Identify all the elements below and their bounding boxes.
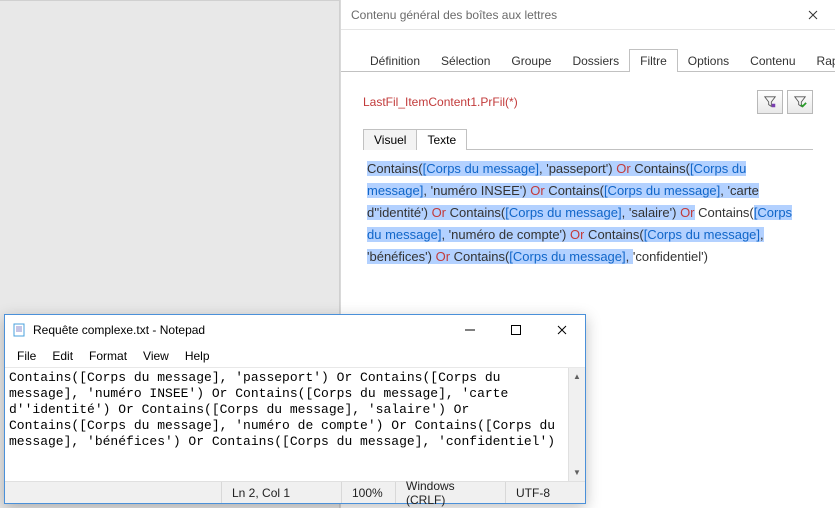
- filter-token: ,: [423, 183, 430, 198]
- notepad-icon: [11, 322, 27, 338]
- status-zoom: 100%: [341, 482, 395, 503]
- tab-contenu[interactable]: Contenu: [739, 49, 806, 72]
- filter-token: Contains(: [695, 205, 754, 220]
- filter-token: Contains(: [545, 183, 604, 198]
- menu-file[interactable]: File: [9, 347, 44, 365]
- filter-token: ): [428, 249, 436, 264]
- notepad-titlebar[interactable]: Requête complexe.txt - Notepad: [5, 315, 585, 345]
- status-eol: Windows (CRLF): [395, 482, 505, 503]
- filter-token: ): [562, 227, 570, 242]
- tab-dossiers[interactable]: Dossiers: [561, 49, 630, 72]
- main-tabs: DéfinitionSélectionGroupeDossiersFiltreO…: [341, 30, 835, 72]
- close-icon: [557, 325, 567, 335]
- notepad-editor[interactable]: Contains([Corps du message], 'passeport'…: [5, 368, 568, 481]
- funnel-check-icon: [793, 95, 807, 109]
- filter-token: ): [424, 205, 432, 220]
- notepad-title: Requête complexe.txt - Notepad: [33, 323, 447, 337]
- tab-rapport[interactable]: Rapport: [806, 49, 835, 72]
- filter-token: ,: [626, 249, 633, 264]
- vertical-scrollbar[interactable]: ▲ ▼: [568, 368, 585, 481]
- tab-groupe[interactable]: Groupe: [500, 49, 562, 72]
- filter-token: 'numéro de compte': [449, 227, 562, 242]
- status-position: Ln 2, Col 1: [221, 482, 341, 503]
- minimize-icon: [465, 325, 475, 335]
- filter-token: Or: [436, 249, 450, 264]
- filter-token: Contains(: [584, 227, 643, 242]
- close-icon: [808, 10, 818, 20]
- filter-token: Or: [432, 205, 446, 220]
- menu-format[interactable]: Format: [81, 347, 135, 365]
- filter-token: ,: [441, 227, 448, 242]
- filter-text-content[interactable]: Contains([Corps du message], 'passeport'…: [363, 150, 813, 276]
- filter-token: Or: [680, 205, 694, 220]
- filter-token: ,: [760, 227, 764, 242]
- minimize-button[interactable]: [447, 315, 493, 345]
- filter-token: 'numéro INSEE': [431, 183, 523, 198]
- expression-row: LastFil_ItemContent1.PrFil(*): [363, 90, 813, 114]
- window-titlebar: Contenu général des boîtes aux lettres: [341, 0, 835, 30]
- notepad-window: Requête complexe.txt - Notepad FileEditF…: [4, 314, 586, 504]
- filter-token: 'passeport': [546, 161, 608, 176]
- window-title: Contenu général des boîtes aux lettres: [351, 8, 790, 22]
- subtab-visuel[interactable]: Visuel: [363, 129, 417, 150]
- maximize-icon: [511, 325, 521, 335]
- filter-token: Contains(: [446, 205, 505, 220]
- filter-token: [Corps du message]: [604, 183, 720, 198]
- filter-token: 'salaire': [629, 205, 672, 220]
- sub-tabs: VisuelTexte: [363, 128, 813, 150]
- filter-token: Or: [530, 183, 544, 198]
- scroll-down-icon[interactable]: ▼: [569, 464, 585, 481]
- filter-token: Contains(: [631, 161, 690, 176]
- maximize-button[interactable]: [493, 315, 539, 345]
- notepad-menubar: FileEditFormatViewHelp: [5, 345, 585, 368]
- notepad-close-button[interactable]: [539, 315, 585, 345]
- filter-token: ,: [622, 205, 629, 220]
- funnel-icon: [763, 95, 777, 109]
- tab-body: LastFil_ItemContent1.PrFil(*) VisuelText…: [341, 72, 835, 294]
- close-button[interactable]: [790, 0, 835, 30]
- tab-sélection[interactable]: Sélection: [430, 49, 501, 72]
- filter-token: Contains(: [367, 161, 423, 176]
- subtab-texte[interactable]: Texte: [416, 129, 467, 150]
- filter-token: Contains(: [450, 249, 509, 264]
- filter-options-button[interactable]: [757, 90, 783, 114]
- menu-help[interactable]: Help: [177, 347, 218, 365]
- filter-token: [Corps du message]: [644, 227, 760, 242]
- filter-token: [Corps du message]: [423, 161, 539, 176]
- filter-token: 'confidentiel'): [633, 249, 708, 264]
- tab-filtre[interactable]: Filtre: [629, 49, 678, 72]
- filter-token: 'bénéfices': [367, 249, 428, 264]
- filter-token: ): [672, 205, 680, 220]
- editor-wrap: Contains([Corps du message], 'passeport'…: [5, 368, 585, 481]
- filter-token: ,: [720, 183, 727, 198]
- status-encoding: UTF-8: [505, 482, 585, 503]
- menu-edit[interactable]: Edit: [44, 347, 81, 365]
- scroll-up-icon[interactable]: ▲: [569, 368, 585, 385]
- expression-text: LastFil_ItemContent1.PrFil(*): [363, 95, 753, 109]
- tab-définition[interactable]: Définition: [359, 49, 431, 72]
- tab-options[interactable]: Options: [677, 49, 740, 72]
- notepad-statusbar: Ln 2, Col 1 100% Windows (CRLF) UTF-8: [5, 481, 585, 503]
- filter-token: Or: [616, 161, 630, 176]
- menu-view[interactable]: View: [135, 347, 177, 365]
- filter-token: [Corps du message]: [509, 249, 625, 264]
- filter-token: Or: [570, 227, 584, 242]
- filter-token: [Corps du message]: [505, 205, 621, 220]
- filter-check-button[interactable]: [787, 90, 813, 114]
- status-spacer: [5, 482, 221, 503]
